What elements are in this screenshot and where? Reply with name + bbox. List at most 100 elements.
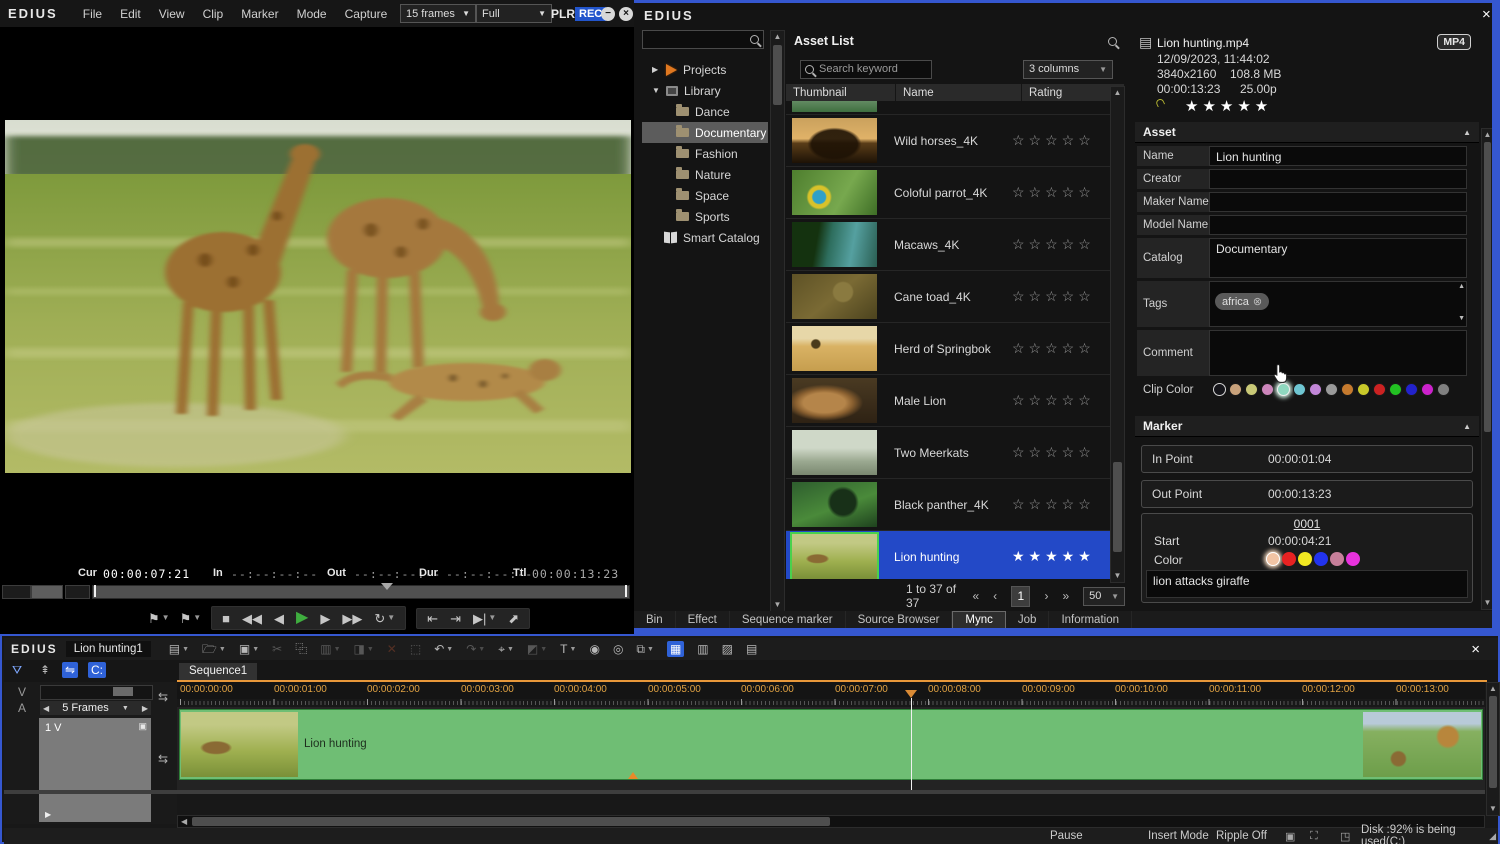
set-out-marker-button[interactable]: ⚑▼ (180, 612, 202, 625)
scroll-down-icon[interactable]: ▼ (1111, 570, 1124, 582)
sync-mode-button[interactable]: ⇋ (62, 662, 78, 678)
clip-color-swatch[interactable] (1357, 383, 1370, 396)
track-header-1v[interactable]: 1 V ▣ ▶ (39, 718, 151, 822)
rating-stars[interactable]: ☆☆☆☆☆ (1012, 375, 1095, 426)
marker-color-swatch[interactable] (1282, 552, 1296, 566)
playhead-line[interactable] (911, 698, 912, 790)
clip-lion-hunting[interactable]: Lion hunting (179, 709, 1483, 780)
tab-sequence1[interactable]: Sequence1 (179, 663, 257, 680)
export-movie-button[interactable]: ⧉▼ (636, 643, 654, 655)
menu-capture[interactable]: Capture (336, 7, 397, 21)
tree-item-documentary[interactable]: Documentary (642, 122, 768, 143)
asset-row-cane-toad[interactable]: Cane toad_4K ☆☆☆☆☆ (786, 271, 1125, 323)
ripple-status[interactable]: Ripple Off (1216, 830, 1267, 842)
column-header-thumbnail[interactable]: Thumbnail (786, 84, 896, 101)
menu-view[interactable]: View (150, 7, 194, 21)
menu-file[interactable]: File (74, 7, 111, 21)
timeline-close-icon[interactable]: × (1471, 641, 1480, 658)
collapse-icon[interactable]: ▲ (1463, 128, 1471, 137)
scroll-up-icon[interactable]: ▲ (771, 31, 784, 43)
rating-stars[interactable]: ☆☆☆☆☆ (1012, 167, 1095, 218)
scroll-thumb[interactable] (1484, 142, 1491, 432)
clip-color-swatch[interactable] (1245, 383, 1258, 396)
bin-close-icon[interactable]: × (1482, 6, 1491, 23)
tab-sequence-marker[interactable]: Sequence marker (730, 611, 846, 628)
menu-marker[interactable]: Marker (232, 7, 287, 21)
frames-select[interactable]: 15 frames▼ (400, 4, 476, 23)
set-marker-button[interactable]: ⌖▼ (498, 643, 514, 655)
timecode-ruler[interactable]: 00:00:00:00 00:00:01:00 00:00:02:00 00:0… (177, 682, 1485, 699)
asset-section-header[interactable]: Asset ▲ (1135, 122, 1479, 143)
chevron-down-icon[interactable]: ▼ (652, 86, 660, 95)
ripple-mode-button[interactable]: C: (88, 662, 106, 678)
file-rating-stars[interactable]: ★★★★★ (1185, 97, 1272, 115)
tab-effect[interactable]: Effect (676, 611, 730, 628)
paste-button[interactable]: ▥▼ (320, 643, 340, 655)
asset-row-partial[interactable] (786, 101, 1125, 115)
clip-color-swatch[interactable] (1405, 383, 1418, 396)
rating-stars[interactable]: ☆☆☆☆☆ (1012, 427, 1095, 478)
frames-selector[interactable]: ◀ 5 Frames ▼ ▶ (40, 701, 151, 715)
tags-scroll-down-icon[interactable]: ▼ (1458, 315, 1465, 322)
marker-section-header[interactable]: Marker ▲ (1135, 416, 1479, 437)
tab-job[interactable]: Job (1006, 611, 1050, 628)
zoom-select[interactable]: Full▼ (476, 4, 552, 23)
status-panel-icon[interactable]: ▣ (1285, 830, 1295, 843)
new-sequence-button[interactable]: ▤▼ (169, 643, 189, 655)
track-height-icon[interactable]: ⇞ (40, 664, 50, 676)
marker-color-swatch-selected[interactable] (1266, 552, 1280, 566)
rating-stars[interactable]: ☆☆☆☆☆ (1012, 219, 1095, 270)
clip-color-swatch[interactable] (1373, 383, 1386, 396)
replace-button[interactable]: ◨▼ (354, 643, 374, 655)
ripple-sync-icon[interactable]: ⇆ (158, 752, 168, 766)
model-field[interactable] (1209, 215, 1467, 235)
tags-scroll-up-icon[interactable]: ▲ (1458, 283, 1465, 290)
tree-item-fashion[interactable]: Fashion (642, 143, 768, 164)
effects-panel-button[interactable]: ▨ (722, 643, 733, 655)
tag-remove-icon[interactable]: ⊗ (1253, 295, 1262, 308)
tree-item-dance[interactable]: Dance (642, 101, 768, 122)
marker-color-swatch[interactable] (1314, 552, 1328, 566)
tree-item-sports[interactable]: Sports (642, 206, 768, 227)
tab-mync[interactable]: Mync (952, 611, 1005, 628)
seek-bar[interactable] (92, 585, 630, 599)
clip-color-swatch[interactable] (1341, 383, 1354, 396)
page-size-select[interactable]: 50▼ (1083, 587, 1125, 606)
shuttle-segment[interactable] (65, 585, 90, 599)
marker-color-swatch[interactable] (1330, 552, 1344, 566)
set-in-marker-button[interactable]: ⚑▼ (148, 612, 170, 625)
clip-color-swatch[interactable] (1213, 383, 1226, 396)
ripple-sync-icon[interactable]: ⇆ (158, 690, 168, 704)
list-scrollbar[interactable]: ▲ ▼ (1110, 86, 1125, 583)
tree-item-smart-catalog[interactable]: Smart Catalog (642, 227, 768, 248)
rating-stars[interactable]: ☆☆☆☆☆ (1012, 323, 1095, 374)
scroll-thumb[interactable] (113, 687, 133, 696)
timeline-hscrollbar[interactable]: ◀ (177, 815, 1485, 828)
tag-pill[interactable]: africa ⊗ (1215, 293, 1269, 310)
insert-mode-status[interactable]: Insert Mode (1148, 830, 1209, 842)
next-page-button[interactable]: › (1044, 589, 1048, 603)
seek-position-icon[interactable] (381, 583, 393, 590)
asset-row-parrot[interactable]: Coloful parrot_4K ☆☆☆☆☆ (786, 167, 1125, 219)
clip-color-swatch[interactable] (1421, 383, 1434, 396)
maker-field[interactable] (1209, 192, 1467, 212)
clip-color-swatch[interactable] (1437, 383, 1450, 396)
scroll-thumb[interactable] (192, 817, 830, 826)
rating-stars[interactable]: ☆☆☆☆☆ (1012, 271, 1095, 322)
loop-button[interactable]: ↻▼ (374, 612, 395, 625)
tree-item-library[interactable]: ▼ Library (642, 80, 768, 101)
scroll-up-icon[interactable]: ▲ (1487, 683, 1499, 695)
collapse-icon[interactable]: ▲ (1463, 422, 1471, 431)
scroll-left-icon[interactable]: ◀ (181, 817, 187, 826)
prev-page-button[interactable]: ‹ (993, 589, 997, 603)
comment-field[interactable] (1209, 330, 1467, 376)
asset-row-lion-hunting-selected[interactable]: Lion hunting ★★★★★ (786, 531, 1125, 579)
track-lock-icon[interactable]: ▣ (138, 721, 147, 732)
marker-id[interactable]: 0001 (1294, 517, 1321, 531)
transform-button[interactable]: ◩▼ (527, 643, 547, 655)
name-field[interactable]: Lion hunting (1209, 146, 1467, 166)
snapshot-button[interactable]: ◉ (589, 643, 599, 655)
tree-search-input[interactable] (642, 30, 764, 49)
rating-stars[interactable]: ☆☆☆☆☆ (1012, 115, 1095, 166)
first-page-button[interactable]: « (972, 589, 979, 603)
